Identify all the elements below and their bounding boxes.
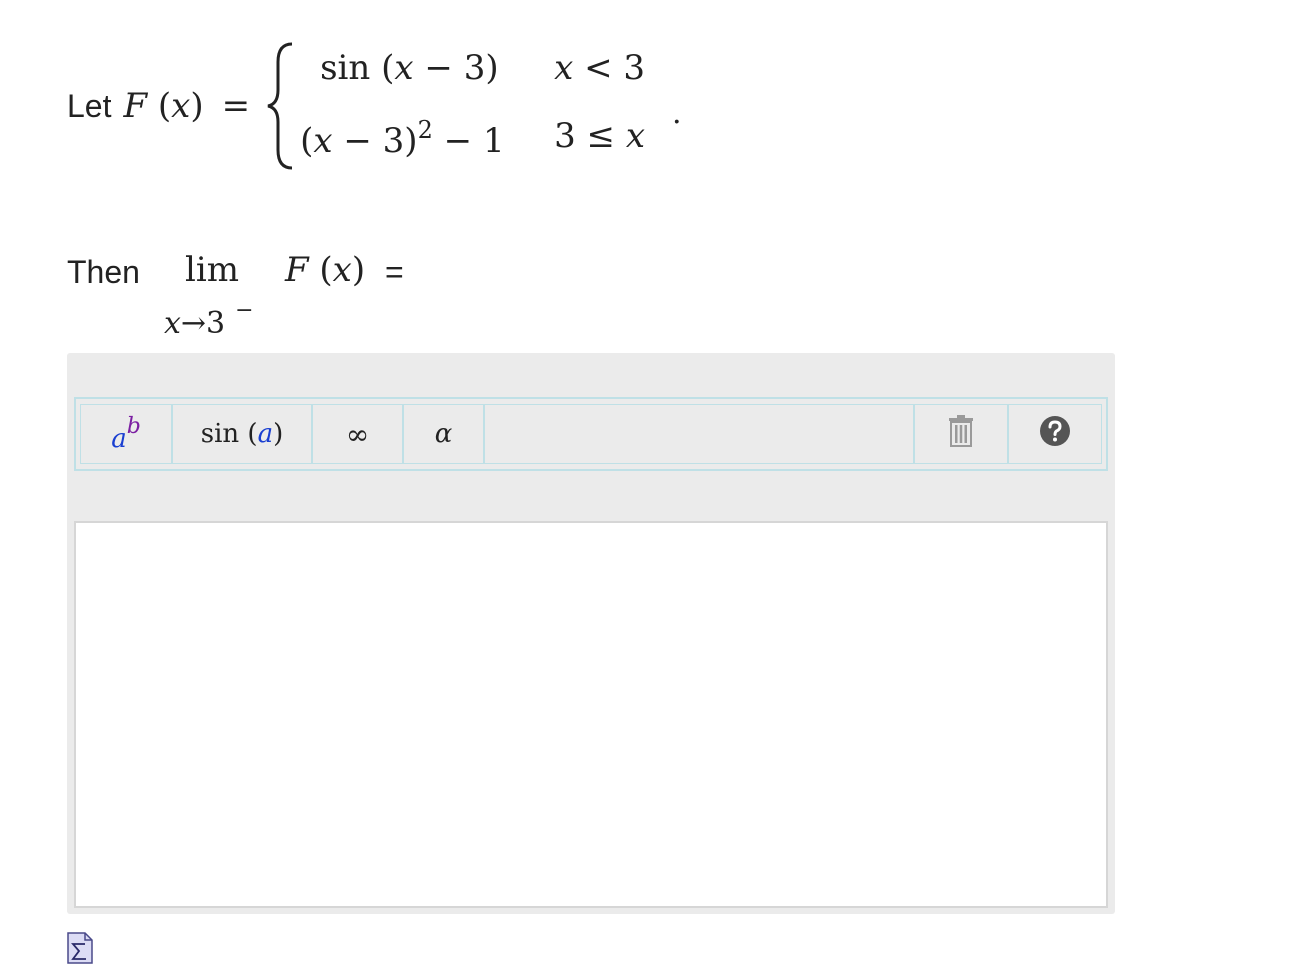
- infinity-button[interactable]: ∞: [313, 405, 404, 463]
- help-icon: [1039, 415, 1071, 454]
- superscript-button[interactable]: ab: [81, 405, 173, 463]
- limit-operator: lim: [185, 250, 239, 290]
- case1-condition: x < 3: [554, 48, 646, 88]
- function-button[interactable]: sin (a): [173, 405, 313, 463]
- case2-expression: (x − 3)2 − 1: [300, 116, 505, 161]
- statement-period: .: [672, 96, 682, 131]
- question-equals: =: [385, 254, 404, 290]
- greek-letters-button[interactable]: α: [404, 405, 485, 463]
- case2-condition: 3 ≤ x: [554, 116, 646, 156]
- statement-function: F (x): [123, 86, 204, 126]
- toolbar-spacer: [485, 405, 915, 463]
- piecewise-cases: sin (x − 3) x < 3 (x − 3)2 − 1 3 ≤ x: [298, 40, 668, 172]
- editor-toolbar-frame: ab sin (a) ∞ α: [74, 397, 1108, 471]
- page: Let F (x) = sin (x − 3) x < 3 (x − 3)2 −…: [0, 0, 1304, 964]
- answer-input-area[interactable]: [74, 521, 1108, 908]
- left-brace: [264, 40, 298, 172]
- formula-doc-icon[interactable]: [67, 932, 93, 964]
- answer-editor-panel: ab sin (a) ∞ α: [67, 353, 1115, 914]
- statement-lead: Let: [67, 87, 112, 124]
- clear-button[interactable]: [915, 405, 1009, 463]
- limit-subscript: x→3−: [164, 298, 254, 341]
- trash-icon: [948, 414, 974, 454]
- statement-equals: =: [221, 86, 251, 126]
- question-prompt: Then lim x→3− F (x) =: [67, 250, 467, 341]
- limit-function: F (x): [285, 250, 366, 290]
- editor-toolbar: ab sin (a) ∞ α: [80, 404, 1102, 464]
- case1-expression: sin (x − 3): [320, 48, 499, 88]
- question-lead: Then: [67, 254, 140, 290]
- help-button[interactable]: [1009, 405, 1101, 463]
- problem-statement: Let F (x) = sin (x − 3) x < 3 (x − 3)2 −…: [67, 40, 668, 172]
